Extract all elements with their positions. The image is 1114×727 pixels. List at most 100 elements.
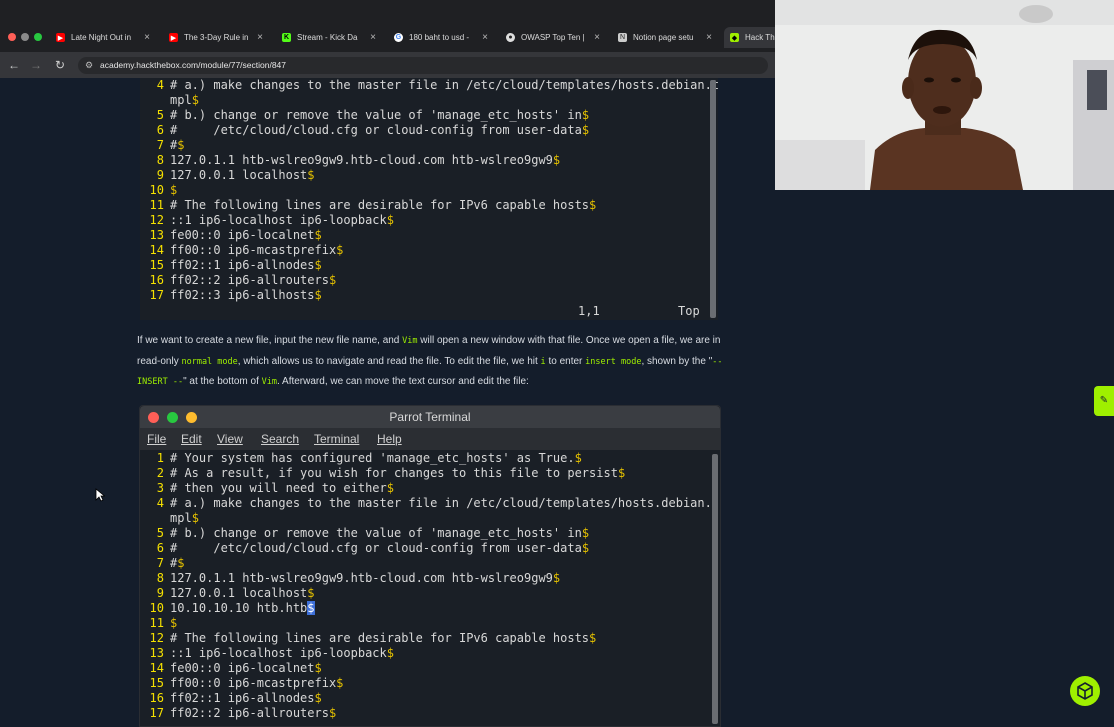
vim-line: 4 # a.) make changes to the master file i…: [140, 496, 719, 511]
menu-help[interactable]: Help: [377, 432, 402, 446]
browser-tab[interactable]: ● OWASP Top Ten | ×: [500, 27, 606, 48]
cube-icon: [1077, 682, 1093, 700]
feedback-tab[interactable]: ✎: [1094, 386, 1114, 416]
close-tab-icon[interactable]: ×: [594, 32, 606, 43]
line-text: # then you will need to either: [170, 481, 387, 495]
end-of-line-marker: $: [581, 541, 590, 555]
terminal-scrollbar[interactable]: [712, 454, 718, 724]
end-of-line-marker: $: [336, 676, 344, 690]
browser-tab[interactable]: ▶ Late Night Out in ×: [50, 27, 156, 48]
inline-code: Vim: [402, 336, 418, 346]
pencil-icon: ✎: [1099, 395, 1109, 406]
window-close-button[interactable]: [8, 33, 16, 41]
line-text: # b.) change or remove the value of 'man…: [170, 108, 582, 122]
menu-file[interactable]: File: [147, 432, 166, 446]
window-minimize-button[interactable]: [21, 33, 29, 41]
browser-tab[interactable]: N Notion page setu ×: [612, 27, 718, 48]
tab-title: Notion page setu: [633, 33, 694, 42]
close-tab-icon[interactable]: ×: [482, 32, 494, 43]
line-text: # b.) change or remove the value of 'man…: [170, 526, 582, 540]
inline-code: Vim: [261, 377, 278, 387]
vim-line: 17 ff02::3 ip6-allhosts$: [140, 288, 322, 303]
line-text: 10.10.10.10 htb.htb: [170, 601, 308, 615]
end-of-line-marker: $: [170, 616, 178, 630]
line-text: # The following lines are desirable for …: [170, 631, 590, 645]
end-of-line-marker: $: [617, 466, 626, 480]
line-text: ff02::2 ip6-allrouters: [170, 273, 329, 287]
end-of-line-marker: $: [314, 661, 322, 675]
line-number: 17: [149, 706, 164, 720]
end-of-line-marker: $: [589, 198, 597, 212]
vim-line: 14 ff00::0 ip6-mcastprefix$: [140, 243, 344, 258]
vim-status-position: 1,1: [578, 304, 600, 318]
line-number: 9: [156, 586, 164, 600]
vim-line: 2 # As a result, if you wish for changes …: [140, 466, 625, 481]
line-number: 17: [149, 288, 164, 302]
close-tab-icon[interactable]: ×: [370, 32, 382, 43]
prose-text: , shown by the ": [641, 355, 713, 367]
vim-line: 17 ff02::2 ip6-allrouters$: [140, 706, 337, 721]
tab-title: The 3-Day Rule in: [184, 33, 249, 42]
vim-line: 15 ff00::0 ip6-mcastprefix$: [140, 676, 344, 691]
vim-line: 6 # /etc/cloud/cloud.cfg or cloud-config …: [140, 123, 589, 138]
menu-view[interactable]: View: [217, 432, 243, 446]
site-settings-icon[interactable]: ⚙: [85, 57, 93, 74]
vim-line: mpl$: [140, 511, 199, 526]
back-arrow-icon[interactable]: ←: [6, 57, 22, 73]
parrot-terminal-window: Parrot Terminal File Edit View Search Te…: [139, 405, 721, 727]
end-of-line-marker: $: [314, 691, 322, 705]
end-of-line-marker: $: [191, 511, 199, 525]
line-text: fe00::0 ip6-localnet: [170, 661, 315, 675]
hackthebox-help-button[interactable]: [1070, 676, 1100, 706]
browser-tab[interactable]: G 180 baht to usd - ×: [388, 27, 494, 48]
inline-code: normal mode: [181, 356, 238, 367]
line-number: 4: [156, 78, 164, 92]
line-text: ff02::2 ip6-allrouters: [170, 706, 329, 720]
line-number: 10: [149, 601, 164, 615]
menu-edit[interactable]: Edit: [181, 432, 202, 446]
vim-line: 7 #$: [140, 138, 185, 153]
line-text: # /etc/cloud/cloud.cfg or cloud-config f…: [170, 123, 582, 137]
vim-line: 11 # The following lines are desirable fo…: [140, 198, 597, 213]
end-of-line-marker: $: [170, 183, 178, 197]
youtube-icon: ▶: [169, 33, 178, 42]
browser-tab[interactable]: ▶ The 3-Day Rule in ×: [163, 27, 269, 48]
vim-line: 10 $: [140, 183, 178, 198]
vim-line: 10 10.10.10.10 htb.htb$: [140, 601, 315, 616]
tab-title: 180 baht to usd -: [409, 33, 470, 42]
end-of-line-marker: $: [386, 213, 394, 227]
line-number: 14: [149, 661, 164, 675]
line-number: 11: [149, 616, 164, 630]
prose-text: , which allows us to navigate and read t…: [237, 355, 541, 367]
end-of-line-marker: $: [386, 481, 394, 495]
line-text: # a.) make changes to the master file in…: [170, 496, 720, 510]
vim-line: 8 127.0.1.1 htb-wslreo9gw9.htb-cloud.com …: [140, 571, 560, 586]
close-tab-icon[interactable]: ×: [257, 32, 269, 43]
end-of-line-marker: $: [314, 258, 322, 272]
menu-search[interactable]: Search: [261, 432, 299, 446]
vim-line: 6 # /etc/cloud/cloud.cfg or cloud-config …: [140, 541, 589, 556]
line-text: 127.0.0.1 localhost: [170, 168, 308, 182]
window-zoom-button[interactable]: [34, 33, 42, 41]
line-text: ff02::3 ip6-allhosts: [170, 288, 315, 302]
address-bar[interactable]: ⚙ academy.hackthebox.com/module/77/secti…: [78, 57, 768, 74]
end-of-line-marker: $: [552, 571, 561, 585]
line-text: # a.) make changes to the master file in…: [170, 78, 720, 92]
end-of-line-marker: $: [336, 243, 344, 257]
menu-terminal[interactable]: Terminal: [314, 432, 359, 446]
url-text: academy.hackthebox.com/module/77/section…: [100, 60, 287, 70]
close-tab-icon[interactable]: ×: [706, 32, 718, 43]
end-of-line-marker: $: [328, 273, 337, 287]
close-tab-icon[interactable]: ×: [144, 32, 156, 43]
notion-icon: N: [618, 33, 627, 42]
youtube-icon: ▶: [56, 33, 65, 42]
reload-icon[interactable]: ↻: [52, 57, 68, 73]
vim-line: 13::1 ip6-localhost ip6-loopback$: [140, 646, 394, 661]
forward-arrow-icon[interactable]: →: [28, 57, 44, 73]
browser-tab[interactable]: K Stream - Kick Da ×: [276, 27, 382, 48]
line-text: ::1 ip6-localhost ip6-loopback: [170, 213, 387, 227]
end-of-line-marker: $: [177, 556, 185, 570]
line-text: 127.0.0.1 localhost: [170, 586, 308, 600]
line-text: # The following lines are desirable for …: [170, 198, 590, 212]
terminal-scrollbar[interactable]: [710, 80, 716, 318]
